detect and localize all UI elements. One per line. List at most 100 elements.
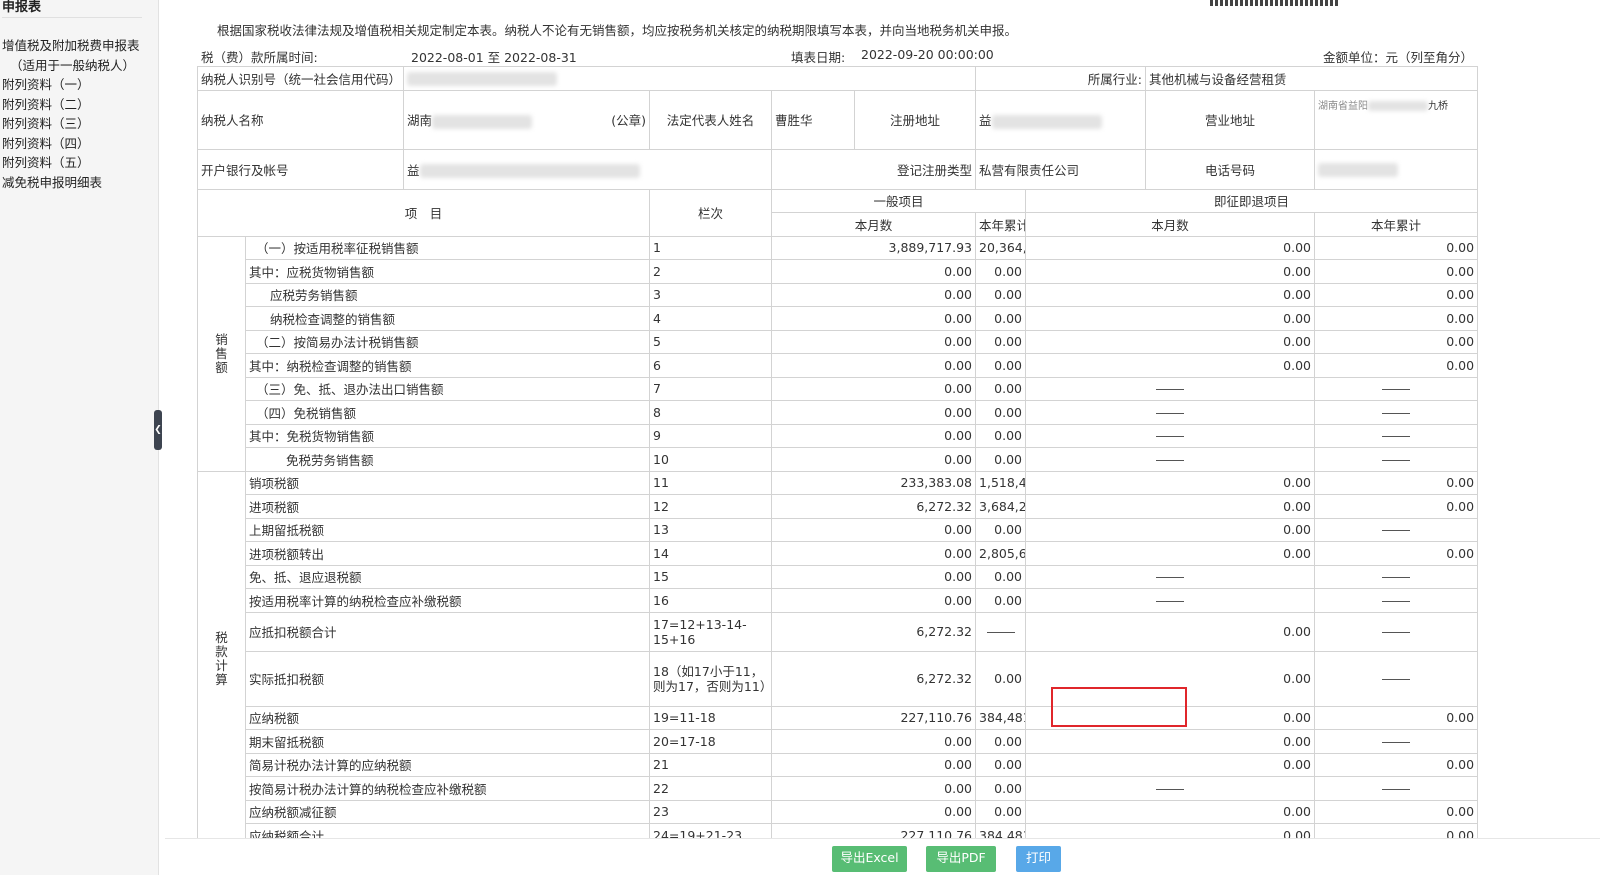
value-gy: 0.00 xyxy=(975,259,1027,284)
row-item-label: 进项税额 xyxy=(244,494,651,519)
sidebar-item-attachment-4[interactable]: 附列资料（四） xyxy=(2,134,140,154)
row-item-label: 期末留抵税额 xyxy=(244,729,651,754)
value-gy: 2,805,640.72 xyxy=(975,541,1027,566)
row-col-no: 19=11-18 xyxy=(649,705,773,730)
empty-dash xyxy=(1314,588,1479,613)
export-excel-button[interactable]: 导出Excel xyxy=(832,846,907,872)
table-row: 销售额 （一）按适用税率征税销售额13,889,717.9320,364,665.… xyxy=(197,235,1479,472)
dash-mark xyxy=(1382,389,1411,391)
value-im: 0.00 xyxy=(1025,541,1316,566)
dash-mark xyxy=(1382,600,1411,602)
taxpayer-name-label: 纳税人名称 xyxy=(196,89,405,150)
table-row: 应纳税额19=11-18227,110.76384,481.770.000.00 xyxy=(198,705,1479,730)
table-row: 其中：纳税检查调整的销售额 6 0.00 0.00 0.00 0.00 xyxy=(198,353,1479,378)
biz-address-label: 营业地址 xyxy=(1145,89,1316,150)
empty-dash xyxy=(1025,376,1316,401)
table-row: 实际抵扣税额 18（如17小于11，则为17，否则为11） 6,272.32 0.00… xyxy=(198,650,1479,707)
general-header: 一般项目 xyxy=(771,188,1027,213)
taxpayer-id-label: 纳税人识别号（统一社会信用代码） xyxy=(196,66,405,91)
phone-value xyxy=(1314,148,1479,190)
value-gy: 1,518,492.22 xyxy=(975,470,1027,495)
dash-mark xyxy=(1382,741,1411,743)
dash-mark xyxy=(1382,436,1411,438)
row-col-no: 14 xyxy=(649,541,773,566)
value-gm: 0.00 xyxy=(771,376,977,401)
section-sales: 销售额 xyxy=(197,235,246,472)
dash-mark xyxy=(1382,530,1411,532)
sidebar-item-attachment-1[interactable]: 附列资料（一） xyxy=(2,75,140,95)
empty-dash xyxy=(1314,376,1479,401)
amount-unit: 金额单位：元（列至角分） xyxy=(1323,50,1474,65)
value-im: 0.00 xyxy=(1025,752,1316,777)
row-item-label: （一）按适用税率征税销售额 xyxy=(244,235,651,260)
value-gm: 0.00 xyxy=(771,306,977,331)
value-gy: 0.00 xyxy=(975,588,1027,613)
fill-date-value: 2022-09-20 00:00:00 xyxy=(861,47,994,62)
value-iy: 0.00 xyxy=(1314,541,1479,566)
sidebar-item-main-form-sub[interactable]: （适用于一般纳税人） xyxy=(2,56,140,76)
empty-dash xyxy=(1025,588,1316,613)
value-im: 0.00 xyxy=(1025,517,1316,542)
period-label: 税（费）款所属时间: xyxy=(201,50,318,65)
table-row: 应税劳务销售额 3 0.00 0.00 0.00 0.00 xyxy=(198,282,1479,307)
table-row: 进项税额转出140.002,805,640.720.000.00 xyxy=(198,541,1479,566)
sidebar-title: 申报表 xyxy=(2,0,42,15)
value-gy: 3,684,256.08 xyxy=(975,494,1027,519)
main-content: 根据国家税收法律法规及增值税相关规定制定本表。纳税人不论有无销售额，均应按税务机… xyxy=(165,0,1600,875)
value-gm: 0.00 xyxy=(771,353,977,378)
dash-mark xyxy=(1156,788,1185,790)
value-gy: 0.00 xyxy=(975,423,1027,448)
table-row: （四）免税销售额 8 0.00 0.00 xyxy=(198,400,1479,425)
dash-mark xyxy=(1382,459,1411,461)
sidebar-item-attachment-5[interactable]: 附列资料（五） xyxy=(2,153,140,173)
immediate-month-header: 本月数 xyxy=(1025,212,1316,237)
value-gm: 0.00 xyxy=(771,776,977,801)
sidebar-item-main-form[interactable]: 增值税及附加税费申报表 xyxy=(2,36,140,56)
sidebar-collapse-handle[interactable]: ❮ xyxy=(154,410,162,450)
sidebar-item-attachment-2[interactable]: 附列资料（二） xyxy=(2,95,140,115)
table-row: 应纳税额减征额 23 0.00 0.00 0.00 0.00 xyxy=(198,799,1479,824)
value-im: 0.00 xyxy=(1025,329,1316,354)
row-item-label: 其中：纳税检查调整的销售额 xyxy=(244,353,651,378)
taxpayer-name-prefix: 湖南 xyxy=(407,113,433,128)
sidebar-item-attachment-3[interactable]: 附列资料（三） xyxy=(2,114,140,134)
empty-dash xyxy=(1314,517,1479,542)
value-im: 0.00 xyxy=(1025,494,1316,519)
row-col-no: 4 xyxy=(649,306,773,331)
row-item-label: 其中：应税货物销售额 xyxy=(244,259,651,284)
info-row-taxpayer-id: 纳税人识别号（统一社会信用代码） 所属行业: 其他机械与设备经营租赁 xyxy=(196,66,1479,91)
table-row: 免税劳务销售额 10 0.00 0.00 xyxy=(198,447,1479,472)
meta-row: 税（费）款所属时间: 2022-08-01 至 2022-08-31 填表日期:… xyxy=(201,47,1476,65)
value-gm: 6,272.32 xyxy=(771,650,977,707)
empty-dash xyxy=(975,611,1027,652)
sidebar-item-tax-relief[interactable]: 减免税申报明细表 xyxy=(2,173,140,193)
value-iy: 0.00 xyxy=(1314,705,1479,730)
value-gm: 0.00 xyxy=(771,541,977,566)
empty-dash xyxy=(1314,423,1479,448)
dash-mark xyxy=(1156,600,1185,602)
value-gy: 0.00 xyxy=(975,650,1027,707)
fill-date-label: 填表日期: xyxy=(791,50,846,65)
row-item-label: 应税劳务销售额 xyxy=(244,282,651,307)
row-col-no: 22 xyxy=(649,776,773,801)
legal-rep-label: 法定代表人姓名 xyxy=(649,89,773,150)
table-row: 进项税额126,272.323,684,256.080.000.00 xyxy=(198,494,1479,519)
reg-address-cell: 注册地址 xyxy=(854,89,977,150)
value-gm: 0.00 xyxy=(771,799,977,824)
print-button[interactable]: 打印 xyxy=(1016,846,1061,872)
row-col-no: 3 xyxy=(649,282,773,307)
reg-type-label: 登记注册类型 xyxy=(771,148,977,190)
value-gm: 0.00 xyxy=(771,729,977,754)
row-col-no: 21 xyxy=(649,752,773,777)
immediate-year-header: 本年累计 xyxy=(1314,212,1479,237)
value-gm: 0.00 xyxy=(771,400,977,425)
value-iy: 0.00 xyxy=(1314,329,1479,354)
value-im: 0.00 xyxy=(1025,729,1316,754)
value-gm: 0.00 xyxy=(771,282,977,307)
empty-dash xyxy=(1314,776,1479,801)
empty-dash xyxy=(1025,776,1316,801)
export-pdf-button[interactable]: 导出PDF xyxy=(926,846,996,872)
value-iy: 0.00 xyxy=(1314,235,1479,260)
value-im: 0.00 xyxy=(1025,282,1316,307)
empty-dash xyxy=(1025,400,1316,425)
